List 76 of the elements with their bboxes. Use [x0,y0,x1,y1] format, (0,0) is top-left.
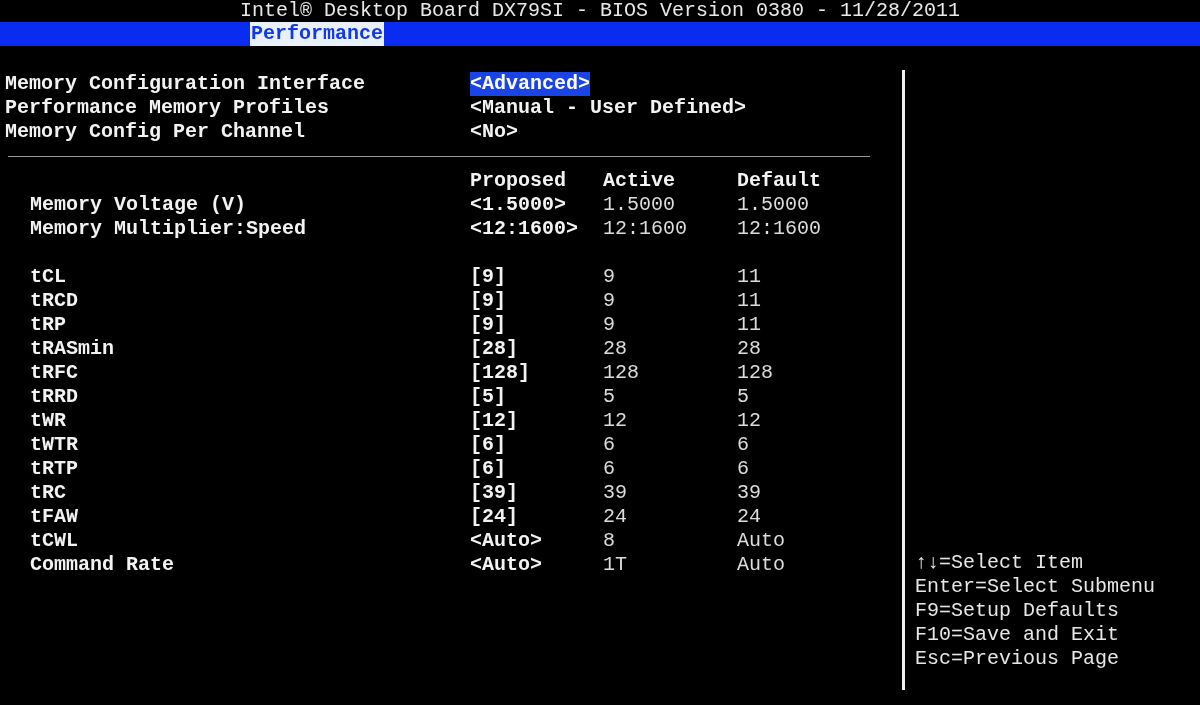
row-label: tFAW [29,505,78,529]
table-cell: Auto [737,529,785,553]
help-text: F9=Setup Defaults [915,599,1121,623]
table-cell: 9 [603,289,615,313]
setting-value[interactable]: [9] [470,289,506,313]
table-cell: 12:1600 [603,217,687,241]
table-cell: 6 [737,457,749,481]
table-cell: 6 [737,433,749,457]
help-text: ↑↓=Select Item [915,551,1085,575]
table-cell: 1.5000 [603,193,675,217]
table-cell: 28 [603,337,627,361]
column-header: Default [737,169,821,193]
setting-value[interactable]: [9] [470,313,506,337]
help-text: Enter=Select Submenu [915,575,1156,599]
row-label: tCL [29,265,66,289]
setting-value[interactable]: [28] [470,337,518,361]
row-label: tRCD [29,289,78,313]
table-cell: 1.5000 [737,193,809,217]
table-cell: 24 [603,505,627,529]
table-cell: 12:1600 [737,217,821,241]
table-cell: 6 [603,457,615,481]
tab[interactable]: Performance [250,22,385,46]
row-label: tRFC [29,361,78,385]
table-cell: 128 [603,361,639,385]
setting-value[interactable]: [6] [470,457,506,481]
setting-label: Performance Memory Profiles [5,96,330,120]
table-cell: 11 [737,289,761,313]
table-cell: 128 [737,361,773,385]
setting-value[interactable]: <Manual - User Defined> [470,96,747,120]
table-cell: 8 [603,529,615,553]
table-cell: 11 [737,313,761,337]
table-cell: 12 [737,409,761,433]
setting-value[interactable]: <Auto> [470,553,542,577]
table-cell: 11 [737,265,761,289]
row-label: tRTP [29,457,78,481]
window-title: Intel® Desktop Board DX79SI - BIOS Version 0380 - 11/28/2011 [239,0,961,22]
row-label: Memory Voltage (V) [29,193,247,217]
row-label: tRRD [29,385,78,409]
table-cell: 39 [603,481,627,505]
table-cell: 6 [603,433,615,457]
table-cell: 5 [737,385,749,409]
row-label: tWTR [29,433,78,457]
setting-value[interactable]: [9] [470,265,506,289]
table-cell: 12 [603,409,627,433]
help-text: Esc=Previous Page [915,647,1121,671]
help-text: F10=Save and Exit [915,623,1121,647]
table-cell: 28 [737,337,761,361]
setting-value[interactable]: <No> [470,120,518,144]
setting-value[interactable]: <Advanced> [470,72,591,96]
setting-value[interactable]: <12:1600> [470,217,579,241]
table-cell: Auto [737,553,785,577]
row-label: tRASmin [29,337,114,361]
setting-value[interactable]: <1.5000> [470,193,566,217]
table-cell: 5 [603,385,615,409]
row-label: Command Rate [29,553,175,577]
table-cell: 9 [603,265,615,289]
setting-value[interactable]: <Auto> [470,529,542,553]
setting-value[interactable]: [12] [470,409,518,433]
row-label: tCWL [29,529,78,553]
table-cell: 39 [737,481,761,505]
setting-value[interactable]: [6] [470,433,506,457]
column-header: Active [603,169,675,193]
setting-value[interactable]: [128] [470,361,530,385]
row-label: tRP [29,313,66,337]
setting-value[interactable]: [5] [470,385,506,409]
setting-label: Memory Config Per Channel [5,120,306,144]
setting-value[interactable]: [39] [470,481,518,505]
setting-label: Memory Configuration Interface [5,72,366,96]
row-label: tWR [29,409,66,433]
row-label: Memory Multiplier:Speed [29,217,307,241]
setting-value[interactable]: [24] [470,505,518,529]
table-cell: 1T [603,553,627,577]
table-cell: 24 [737,505,761,529]
table-cell: 9 [603,313,615,337]
column-header: Proposed [470,169,566,193]
row-label: tRC [29,481,66,505]
